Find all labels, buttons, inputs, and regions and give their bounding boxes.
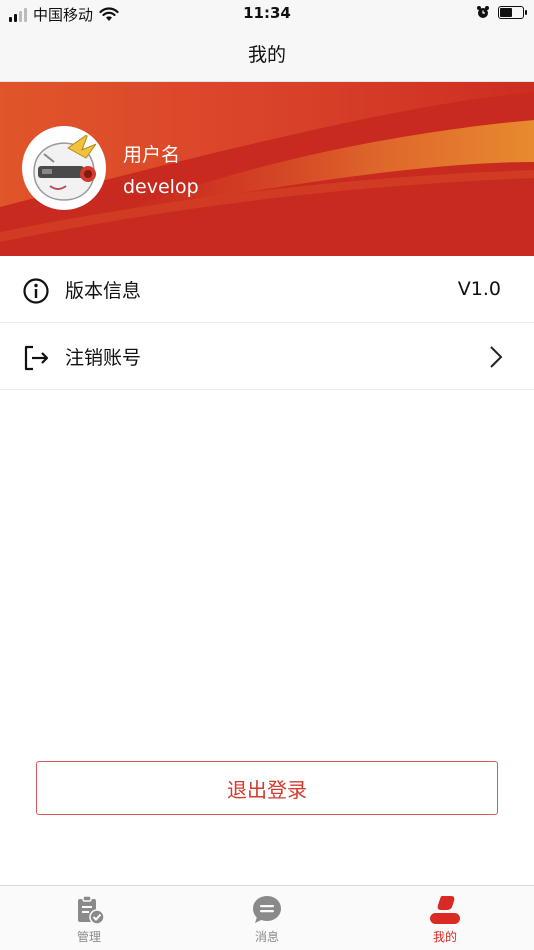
tab-messages-label: 消息 — [254, 930, 279, 944]
version-value: V1.0 — [457, 278, 501, 300]
chevron-right-icon — [490, 346, 503, 368]
logout-label: 退出登录 — [227, 777, 307, 802]
alarm-icon — [477, 6, 489, 18]
tab-messages[interactable]: 消息 — [178, 886, 356, 950]
tab-bar: 管理 消息 我的 — [0, 885, 534, 950]
avatar[interactable] — [22, 126, 106, 210]
battery-level — [500, 7, 513, 17]
clipboard-check-icon — [78, 895, 105, 925]
tab-manage[interactable]: 管理 — [0, 886, 178, 950]
user-icon — [430, 896, 460, 924]
settings-list: 版本信息 V1.0 注销账号 — [0, 256, 534, 390]
logout-icon — [24, 345, 49, 371]
profile-banner: 用户名 develop — [0, 82, 534, 256]
list-item-version-info[interactable]: 版本信息 V1.0 — [0, 256, 534, 323]
tab-me[interactable]: 我的 — [356, 886, 534, 950]
username-label: 用户名 — [123, 144, 181, 166]
version-info-label: 版本信息 — [65, 279, 142, 302]
deactivate-account-label: 注销账号 — [65, 346, 142, 369]
username: develop — [123, 176, 199, 198]
status-bar: 中国移动 11:34 — [0, 0, 534, 28]
list-item-deactivate-account[interactable]: 注销账号 — [0, 323, 534, 390]
logout-button[interactable]: 退出登录 — [36, 761, 498, 815]
tab-me-label: 我的 — [432, 930, 457, 944]
page-title: 我的 — [247, 44, 286, 66]
battery-icon — [498, 5, 527, 19]
nav-bar: 我的 — [0, 28, 534, 82]
chat-bubble-icon — [253, 896, 281, 923]
info-icon — [23, 278, 49, 304]
status-right — [476, 5, 527, 19]
status-time: 11:34 — [243, 4, 291, 22]
tab-manage-label: 管理 — [76, 930, 101, 944]
avatar-image — [24, 128, 104, 208]
